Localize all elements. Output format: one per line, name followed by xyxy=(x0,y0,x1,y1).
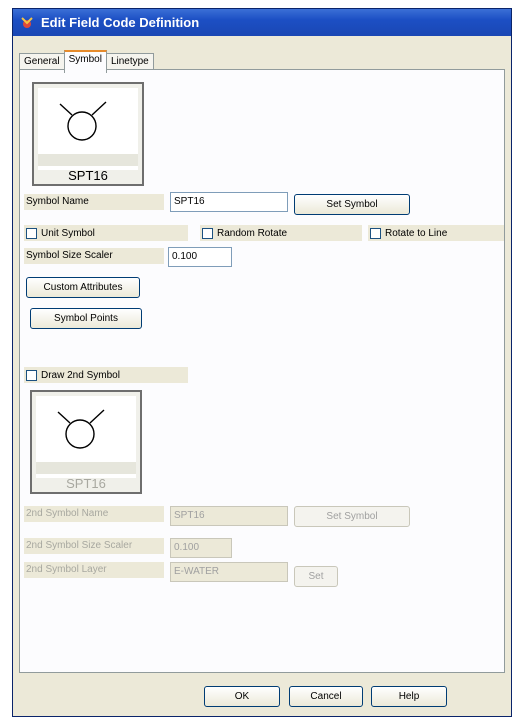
window-title: Edit Field Code Definition xyxy=(41,15,200,30)
dialog-footer: OK Cancel Help xyxy=(13,680,511,716)
cancel-button[interactable]: Cancel xyxy=(289,686,363,707)
symbol-name-field[interactable]: SPT16 xyxy=(170,192,288,212)
symbol-tab-panel: SPT16 Symbol Name SPT16 Set Symbol Unit … xyxy=(19,69,505,673)
unit-symbol-checkbox[interactable]: Unit Symbol xyxy=(24,225,188,241)
dialog-content: General Symbol Linetype SPT16 Symbol Nam… xyxy=(15,38,509,678)
second-symbol-name-label: 2nd Symbol Name xyxy=(24,506,164,522)
title-bar[interactable]: Edit Field Code Definition xyxy=(13,9,511,36)
ok-button[interactable]: OK xyxy=(204,686,280,707)
second-symbol-layer-label: 2nd Symbol Layer xyxy=(24,562,164,578)
symbol-preview[interactable]: SPT16 xyxy=(32,82,144,186)
second-symbol-layer-set-button: Set xyxy=(294,566,338,587)
symbol-size-scaler-label: Symbol Size Scaler xyxy=(24,248,164,264)
draw-2nd-symbol-checkbox[interactable]: Draw 2nd Symbol xyxy=(24,367,188,383)
second-symbol-name-field: SPT16 xyxy=(170,506,288,526)
second-symbol-size-scaler-field: 0.100 xyxy=(170,538,232,558)
symbol-points-button[interactable]: Symbol Points xyxy=(30,308,142,329)
set-symbol-button[interactable]: Set Symbol xyxy=(294,194,410,215)
checkbox-box[interactable] xyxy=(26,227,37,239)
second-symbol-layer-field: E-WATER xyxy=(170,562,288,582)
symbol-name-label: Symbol Name xyxy=(24,194,164,210)
checkbox-box[interactable] xyxy=(26,369,37,381)
dialog-window: Edit Field Code Definition General Symbo… xyxy=(12,8,512,717)
checkbox-box[interactable] xyxy=(202,227,213,239)
symbol-size-scaler-field[interactable]: 0.100 xyxy=(168,247,232,267)
second-symbol-preview: SPT16 xyxy=(30,390,142,494)
second-symbol-glyph-icon xyxy=(57,409,105,449)
rotate-to-line-checkbox[interactable]: Rotate to Line xyxy=(368,225,504,241)
tab-strip: General Symbol Linetype xyxy=(19,50,154,73)
app-icon xyxy=(21,16,33,28)
second-set-symbol-button: Set Symbol xyxy=(294,506,410,527)
second-symbol-preview-caption: SPT16 xyxy=(66,476,106,491)
tab-symbol[interactable]: Symbol xyxy=(63,50,107,73)
symbol-preview-caption: SPT16 xyxy=(68,168,108,183)
symbol-glyph-icon xyxy=(59,101,107,141)
checkbox-box[interactable] xyxy=(370,227,381,239)
random-rotate-checkbox[interactable]: Random Rotate xyxy=(200,225,362,241)
help-button[interactable]: Help xyxy=(371,686,447,707)
second-symbol-size-scaler-label: 2nd Symbol Size Scaler xyxy=(24,538,164,554)
custom-attributes-button[interactable]: Custom Attributes xyxy=(26,277,140,298)
